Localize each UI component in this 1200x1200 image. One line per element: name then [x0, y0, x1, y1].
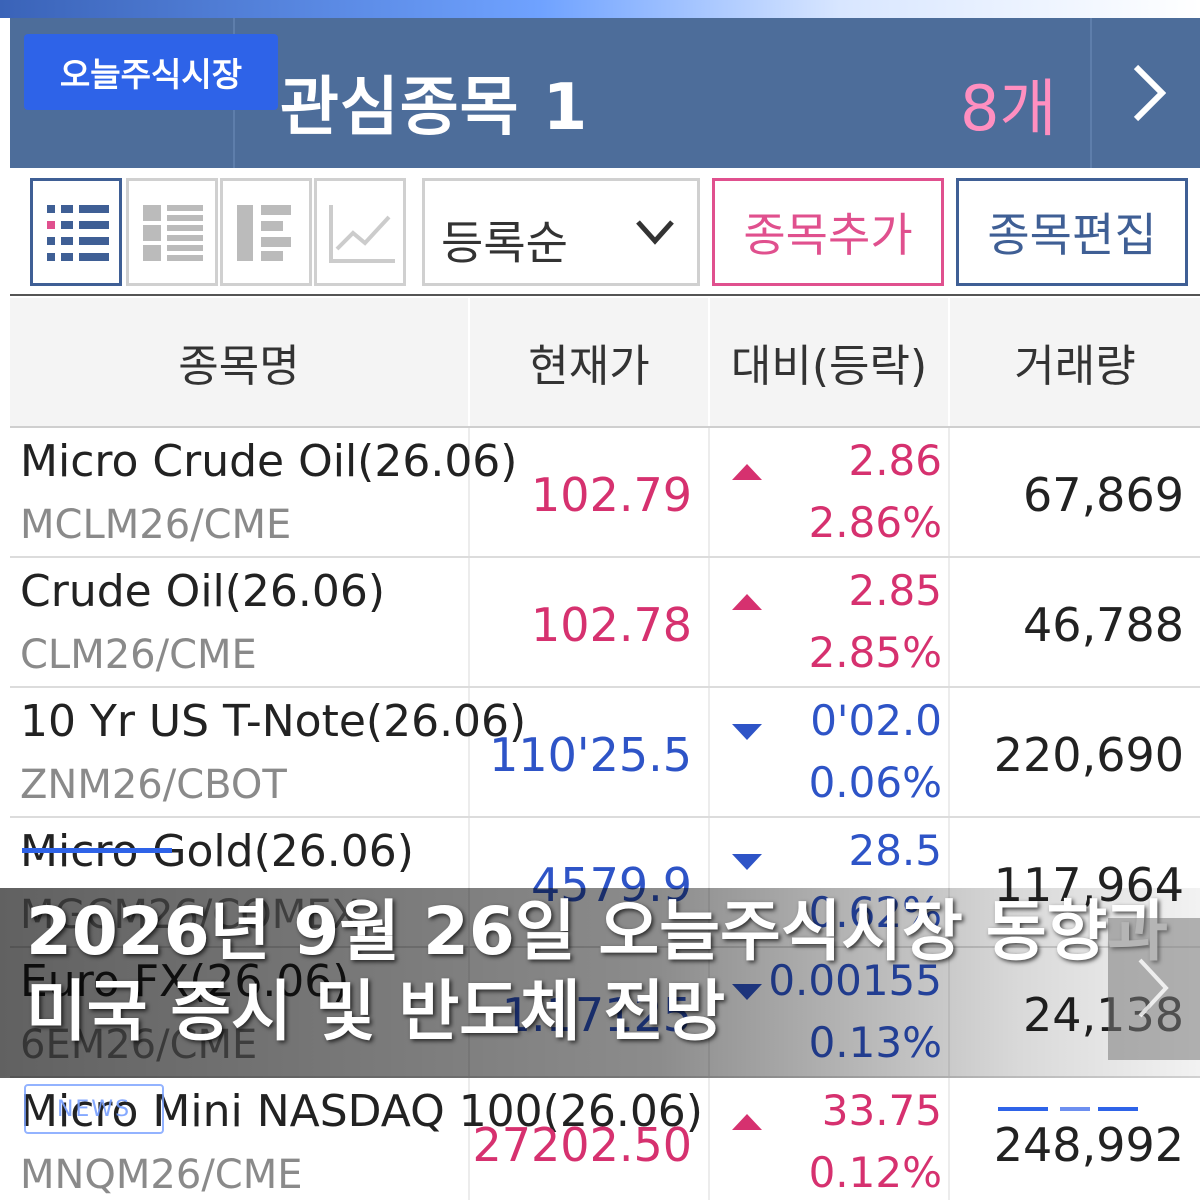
stock-code: MNQM26/CME — [20, 1152, 303, 1198]
name-cell: Crude Oil(26.06) CLM26/CME — [10, 558, 470, 686]
arrow-down-icon — [732, 854, 762, 870]
change-cell: 0'02.0 0.06% — [710, 688, 950, 816]
slide-next-button[interactable] — [1108, 918, 1200, 1060]
arrow-down-icon — [732, 724, 762, 740]
watchlist-count: 8개 — [960, 72, 1057, 145]
arrow-up-icon — [732, 1114, 762, 1130]
arrow-up-icon — [732, 464, 762, 480]
current-price: 110'25.5 — [489, 728, 692, 782]
price-change: 0'02.0 — [810, 696, 942, 745]
list-icon — [143, 205, 203, 261]
brand-badge: 오늘주식시장 — [24, 34, 278, 110]
view-list-dense-button[interactable] — [30, 178, 122, 286]
add-stock-button[interactable]: 종목추가 — [712, 178, 944, 286]
table-row[interactable]: Micro Mini NASDAQ 100(26.06) MNQM26/CME 27… — [10, 1078, 1200, 1200]
top-gradient-strip — [0, 0, 1200, 18]
percent-change: 0.12% — [808, 1148, 942, 1197]
price-cell: 110'25.5 — [470, 688, 710, 816]
trade-volume: 46,788 — [1023, 598, 1184, 652]
column-header-price: 현재가 — [470, 298, 710, 426]
sort-order-label: 등록순 — [441, 216, 568, 270]
name-cell: Micro Crude Oil(26.06) MCLM26/CME — [10, 428, 517, 556]
table-row[interactable]: Micro Crude Oil(26.06) MCLM26/CME 102.79 2.… — [10, 428, 1200, 558]
chevron-right-icon — [1133, 64, 1166, 122]
stock-code: ZNM26/CBOT — [20, 762, 287, 808]
view-chart-button[interactable] — [314, 178, 406, 286]
price-cell: 102.78 — [470, 558, 710, 686]
volume-cell: 248,992 — [950, 1078, 1200, 1200]
caption-line-1: 2026년 9월 26일 오늘주식시장 동향과 — [26, 893, 1169, 970]
current-price: 27202.50 — [472, 1118, 693, 1172]
trade-volume: 220,690 — [993, 728, 1184, 782]
percent-change: 2.85% — [808, 628, 942, 677]
change-cell: 2.86 2.86% — [710, 428, 950, 556]
sort-order-select[interactable]: 등록순 — [422, 178, 700, 286]
toolbar: 등록순 종목추가 종목편집 — [10, 168, 1200, 296]
chevron-right-icon — [1138, 958, 1169, 1018]
name-cell: 10 Yr US T-Note(26.06) ZNM26/CBOT — [10, 688, 526, 816]
next-watchlist-button[interactable] — [1090, 18, 1200, 168]
chevron-down-icon — [636, 220, 674, 245]
current-price: 102.78 — [531, 598, 692, 652]
percent-change: 2.86% — [808, 498, 942, 547]
article-caption: 2026년 9월 26일 오늘주식시장 동향과 미국 증시 및 반도체 전망 — [26, 892, 1168, 1052]
price-change: 2.86 — [848, 436, 942, 485]
caption-line-2: 미국 증시 및 반도체 전망 — [26, 973, 726, 1050]
change-cell: 2.85 2.85% — [710, 558, 950, 686]
trade-volume: 67,869 — [1023, 468, 1184, 522]
volume-cell: 67,869 — [950, 428, 1200, 556]
price-change: 33.75 — [821, 1086, 942, 1135]
column-header-volume: 거래량 — [1014, 341, 1136, 392]
column-header-change: 대비(등락) — [710, 298, 950, 426]
table-row[interactable]: Crude Oil(26.06) CLM26/CME 102.78 2.85 2.85%… — [10, 558, 1200, 688]
volume-cell: 220,690 — [950, 688, 1200, 816]
list-view-icon — [47, 205, 109, 261]
column-header-name: 종목명 — [10, 298, 470, 426]
accent-dash-line — [998, 1107, 1138, 1111]
view-split-button[interactable] — [220, 178, 312, 286]
table-header: 종목명 현재가 대비(등락) 거래량 — [10, 298, 1200, 428]
volume-cell: 46,788 — [950, 558, 1200, 686]
edit-stock-button[interactable]: 종목편집 — [956, 178, 1188, 286]
news-badge: NEWS — [24, 1084, 164, 1134]
price-cell: 27202.50 — [470, 1078, 710, 1200]
watchlist-title[interactable]: 관심종목 1 — [280, 56, 588, 148]
price-change: 28.5 — [848, 826, 942, 875]
split-view-icon — [237, 205, 291, 261]
trade-volume: 248,992 — [993, 1118, 1184, 1172]
percent-change: 0.06% — [808, 758, 942, 807]
arrow-up-icon — [732, 594, 762, 610]
price-change: 2.85 — [848, 566, 942, 615]
price-cell: 102.79 — [470, 428, 710, 556]
stock-name: 10 Yr US T-Note(26.06) — [20, 696, 527, 747]
table-row[interactable]: 10 Yr US T-Note(26.06) ZNM26/CBOT 110'25.5… — [10, 688, 1200, 818]
accent-line — [22, 848, 172, 853]
current-price: 102.79 — [531, 468, 692, 522]
stock-code: CLM26/CME — [20, 632, 257, 678]
stock-name: Micro Crude Oil(26.06) — [20, 436, 518, 487]
stock-code: MCLM26/CME — [20, 502, 292, 548]
stock-name: Crude Oil(26.06) — [20, 566, 386, 617]
view-list-button[interactable] — [126, 178, 218, 286]
change-cell: 33.75 0.12% — [710, 1078, 950, 1200]
line-chart-icon — [329, 205, 395, 263]
